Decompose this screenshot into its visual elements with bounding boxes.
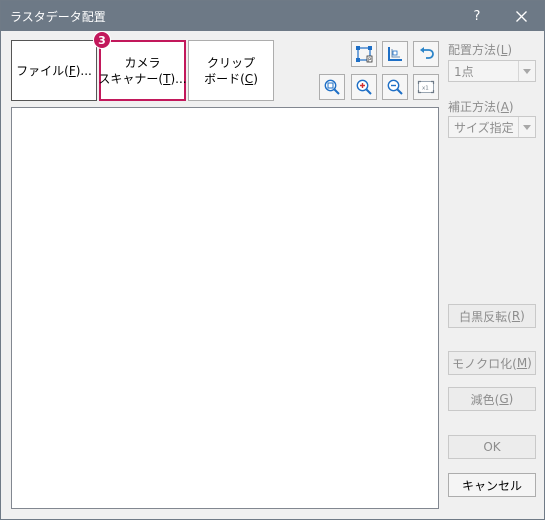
undo-button[interactable] xyxy=(413,41,439,67)
zoom-out-button[interactable] xyxy=(382,74,408,100)
file-button-label: ファイル(F)... xyxy=(16,63,92,78)
cancel-button[interactable]: キャンセル xyxy=(448,473,536,497)
step-badge: 3 xyxy=(93,31,111,49)
actual-size-button[interactable]: x1 xyxy=(413,74,439,100)
corner-button[interactable] xyxy=(382,41,408,67)
help-button[interactable]: ? xyxy=(455,1,499,31)
preview-canvas[interactable] xyxy=(11,107,439,509)
window-title: ラスタデータ配置 xyxy=(10,10,106,24)
zoom-fit-icon xyxy=(324,79,340,95)
correction-method-label: 補正方法(A) xyxy=(448,100,514,114)
corner-icon xyxy=(388,47,402,61)
actual-size-icon: x1 xyxy=(417,80,435,94)
placement-method-value: 1点 xyxy=(454,65,474,79)
camera-button-line2: スキャナー(T)... xyxy=(98,71,187,86)
clipboard-button[interactable]: クリップ ボード(C) xyxy=(188,40,274,101)
zoom-fit-button[interactable] xyxy=(319,74,345,100)
close-button[interactable] xyxy=(499,1,543,31)
clipboard-button-line2: ボード(C) xyxy=(204,71,258,86)
placement-points-icon: P xyxy=(356,46,373,63)
ok-button[interactable]: OK xyxy=(448,435,536,459)
camera-button-line1: カメラ xyxy=(124,55,161,70)
placement-points-button[interactable]: P xyxy=(351,41,377,67)
chevron-down-icon xyxy=(518,61,535,81)
close-icon xyxy=(515,10,527,22)
zoom-in-button[interactable] xyxy=(351,74,377,100)
title-bar: ラスタデータ配置 ? xyxy=(1,1,544,31)
placement-method-label: 配置方法(L) xyxy=(448,43,513,57)
zoom-out-icon xyxy=(387,79,403,95)
file-button[interactable]: ファイル(F)... xyxy=(11,40,97,101)
clipboard-button-line1: クリップ xyxy=(206,55,255,70)
undo-icon xyxy=(420,47,434,59)
camera-scanner-button[interactable]: カメラ スキャナー(T)... xyxy=(98,40,187,101)
placement-method-select[interactable]: 1点 xyxy=(448,60,536,82)
chevron-down-icon xyxy=(518,117,535,137)
correction-method-select[interactable]: サイズ指定 xyxy=(448,116,536,138)
correction-method-value: サイズ指定 xyxy=(454,121,514,135)
reduce-colors-button[interactable]: 減色(G) xyxy=(448,387,536,411)
zoom-in-icon xyxy=(356,79,372,95)
invert-button[interactable]: 白黒反転(R) xyxy=(448,304,536,328)
dialog-window: ラスタデータ配置 ? ファイル(F)... 3 カメラ スキャナー(T)... … xyxy=(0,0,545,520)
monochrome-button[interactable]: モノクロ化(M) xyxy=(448,351,536,375)
svg-text:x1: x1 xyxy=(422,86,429,92)
